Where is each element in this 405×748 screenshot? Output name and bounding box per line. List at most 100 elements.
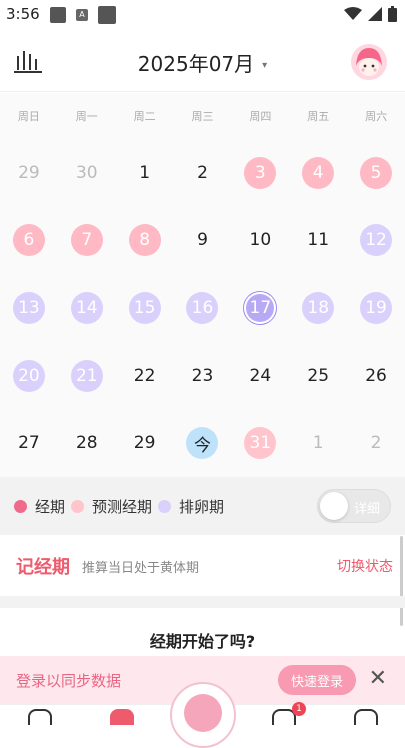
calendar-day-cell[interactable]: 8 xyxy=(116,207,174,275)
calendar-day-cell[interactable]: 18 xyxy=(289,274,347,342)
girl-face-icon xyxy=(184,694,222,732)
calendar-day-label: 28 xyxy=(75,433,98,454)
calendar-day-cell[interactable]: 1 xyxy=(289,409,347,477)
calendar-day-label: 18 xyxy=(302,291,335,324)
calendar-day-label: 29 xyxy=(18,162,40,183)
weekday-label: 周一 xyxy=(75,110,98,123)
calendar-day-cell[interactable]: 6 xyxy=(0,207,58,275)
calendar-day-label: 7 xyxy=(70,224,103,257)
calendar-day-cell[interactable]: 2 xyxy=(347,409,405,477)
wifi-icon xyxy=(344,7,362,20)
center-avatar-button[interactable] xyxy=(170,682,236,748)
record-title: 记经期 xyxy=(16,557,70,578)
notification-icon xyxy=(50,7,66,23)
chat-tab-icon[interactable] xyxy=(354,709,378,725)
calendar-day-label: 13 xyxy=(12,291,45,324)
quick-login-button[interactable]: 快速登录 xyxy=(278,665,356,695)
calendar-day-cell[interactable]: 11 xyxy=(289,207,347,275)
calendar-day-label: 25 xyxy=(307,365,330,386)
calendar-day-cell[interactable]: 5 xyxy=(347,139,405,207)
calendar-day-cell[interactable]: 12 xyxy=(347,207,405,275)
detail-toggle[interactable]: 详细 xyxy=(317,489,391,523)
calendar-day-cell[interactable]: 3 xyxy=(231,139,289,207)
calendar-day-label: 3 xyxy=(244,156,277,189)
weekday-label: 周日 xyxy=(17,110,40,123)
calendar-day-cell[interactable]: 30 xyxy=(58,139,116,207)
weekday-label: 周三 xyxy=(191,110,214,123)
calendar-day-cell[interactable]: 9 xyxy=(174,207,232,275)
calendar-grid: 29 30 1 2 3 4 5 6 7 8 9 10 11 12 13 14 15 16 17 18 19 20 21 22 2… xyxy=(0,139,405,477)
status-right xyxy=(344,6,397,22)
calendar-day-cell[interactable]: 31 xyxy=(231,409,289,477)
ovulation-dot-icon xyxy=(158,499,172,513)
calendar-day-label: 30 xyxy=(75,162,98,183)
calendar-day-label: 2 xyxy=(370,433,382,454)
switch-state-button[interactable]: 切换状态 xyxy=(337,556,393,576)
weekday-header: 周日 周一 周二 周三 周四 周五 周六 xyxy=(0,93,405,139)
calendar-day-label: 23 xyxy=(191,365,214,386)
calendar-day-label: 10 xyxy=(249,230,272,251)
signal-icon xyxy=(368,7,382,21)
home-tab-icon[interactable] xyxy=(28,709,52,725)
calendar-day-cell[interactable]: 13 xyxy=(0,274,58,342)
avatar[interactable] xyxy=(351,44,387,80)
legend-label: 排卵期 xyxy=(179,497,225,516)
notification-a-icon: A xyxy=(76,9,88,21)
calendar-day-label: 29 xyxy=(133,433,156,454)
calendar-day-cell[interactable]: 16 xyxy=(174,274,232,342)
calendar-day-cell[interactable]: 28 xyxy=(58,409,116,477)
calendar: 周日 周一 周二 周三 周四 周五 周六 29 30 1 2 3 4 5 6 7 8 9 10 11 12… xyxy=(0,93,405,477)
calendar-day-label: 15 xyxy=(128,291,161,324)
record-hint: 推算当日处于黄体期 xyxy=(82,560,200,576)
calendar-day-label: 今 xyxy=(186,427,219,460)
calendar-day-cell[interactable]: 7 xyxy=(58,207,116,275)
calendar-day-cell[interactable]: 22 xyxy=(116,342,174,410)
calendar-day-label: 31 xyxy=(244,427,277,460)
calendar-day-cell[interactable]: 29 xyxy=(0,139,58,207)
calendar-day-label: 5 xyxy=(360,156,393,189)
record-period-row: 记经期 推算当日处于黄体期 切换状态 xyxy=(0,536,405,596)
calendar-day-cell[interactable]: 27 xyxy=(0,409,58,477)
legend-period: 经期 xyxy=(14,496,65,517)
period-question: 经期开始了吗? xyxy=(149,632,256,651)
calendar-day-cell[interactable]: 4 xyxy=(289,139,347,207)
calendar-day-label: 4 xyxy=(302,156,335,189)
month-selector[interactable]: 2025年07月 ▾ xyxy=(0,48,405,77)
period-dot-icon xyxy=(14,499,27,513)
status-bar: 3:56 A xyxy=(0,0,405,30)
battery-icon xyxy=(388,6,397,22)
calendar-day-cell[interactable]: 20 xyxy=(0,342,58,410)
toggle-label: 详细 xyxy=(353,502,380,517)
month-label: 2025年07月 xyxy=(137,52,255,76)
calendar-day-cell[interactable]: 25 xyxy=(289,342,347,410)
calendar-day-cell[interactable]: 今 xyxy=(174,409,232,477)
calendar-day-label: 26 xyxy=(365,365,387,386)
calendar-day-cell[interactable]: 1 xyxy=(116,139,174,207)
weekday-label: 周四 xyxy=(249,110,272,123)
legend-label: 预测经期 xyxy=(92,497,153,516)
calendar-day-label: 16 xyxy=(186,291,219,324)
calendar-day-cell[interactable]: 29 xyxy=(116,409,174,477)
calendar-day-label: 11 xyxy=(307,230,330,251)
calendar-day-label: 22 xyxy=(133,365,156,386)
calendar-day-label: 27 xyxy=(18,433,40,454)
message-badge: 1 xyxy=(292,702,306,716)
calendar-day-cell[interactable]: 23 xyxy=(174,342,232,410)
calendar-day-cell[interactable]: 15 xyxy=(116,274,174,342)
calendar-tab-icon[interactable] xyxy=(110,709,134,725)
avatar-girl-icon xyxy=(351,44,387,80)
status-time: 3:56 xyxy=(6,5,40,23)
calendar-day-cell[interactable]: 2 xyxy=(174,139,232,207)
calendar-day-label: 24 xyxy=(249,365,272,386)
toggle-knob xyxy=(320,492,348,520)
calendar-day-cell[interactable]: 19 xyxy=(347,274,405,342)
scrollbar[interactable] xyxy=(400,536,403,626)
calendar-day-cell[interactable]: 14 xyxy=(58,274,116,342)
calendar-day-cell[interactable]: 17 xyxy=(231,274,289,342)
calendar-day-label: 17 xyxy=(244,291,277,324)
calendar-day-cell[interactable]: 26 xyxy=(347,342,405,410)
close-icon[interactable]: ✕ xyxy=(369,666,387,691)
calendar-day-cell[interactable]: 10 xyxy=(231,207,289,275)
calendar-day-cell[interactable]: 24 xyxy=(231,342,289,410)
calendar-day-cell[interactable]: 21 xyxy=(58,342,116,410)
